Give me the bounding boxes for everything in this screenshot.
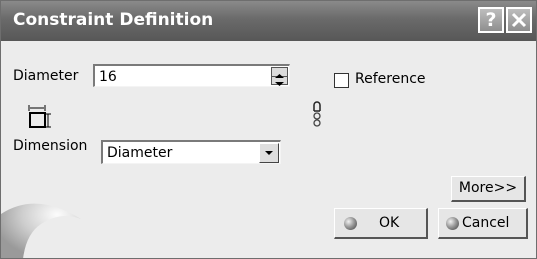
chevron-down-icon <box>265 151 273 155</box>
constraint-definition-dialog: Constraint Definition ? Diameter 16 Refe… <box>0 0 537 259</box>
swoosh-decoration <box>1 203 81 258</box>
title-bar[interactable]: Constraint Definition ? <box>1 1 536 41</box>
green-ball-icon <box>344 217 357 230</box>
more-button[interactable]: More>> <box>451 176 526 202</box>
red-ball-icon <box>446 217 459 230</box>
diameter-value: 16 <box>99 69 117 85</box>
chain-link-icon <box>313 101 321 127</box>
ok-button[interactable]: OK <box>334 208 428 239</box>
dimension-measure-icon <box>28 105 51 128</box>
cancel-label: Cancel <box>462 215 510 231</box>
cancel-button[interactable]: Cancel <box>438 208 528 239</box>
close-button[interactable] <box>506 7 532 33</box>
dropdown-button[interactable] <box>259 143 279 163</box>
reference-label: Reference <box>355 71 426 87</box>
dialog-title: Constraint Definition <box>13 10 214 30</box>
dimension-label: Dimension <box>13 138 88 154</box>
reference-checkbox[interactable] <box>334 73 349 88</box>
spin-down-button[interactable] <box>272 76 287 86</box>
diameter-input[interactable]: 16 <box>93 64 290 87</box>
question-mark-icon: ? <box>485 9 497 31</box>
close-icon <box>511 12 527 28</box>
dimension-selected-value: Diameter <box>107 145 173 161</box>
triangle-down-icon <box>275 82 284 86</box>
dimension-select[interactable]: Diameter <box>101 140 281 164</box>
help-button[interactable]: ? <box>478 7 504 33</box>
diameter-label: Diameter <box>13 68 79 84</box>
diameter-spinner[interactable] <box>271 67 288 86</box>
ok-label: OK <box>379 215 400 231</box>
